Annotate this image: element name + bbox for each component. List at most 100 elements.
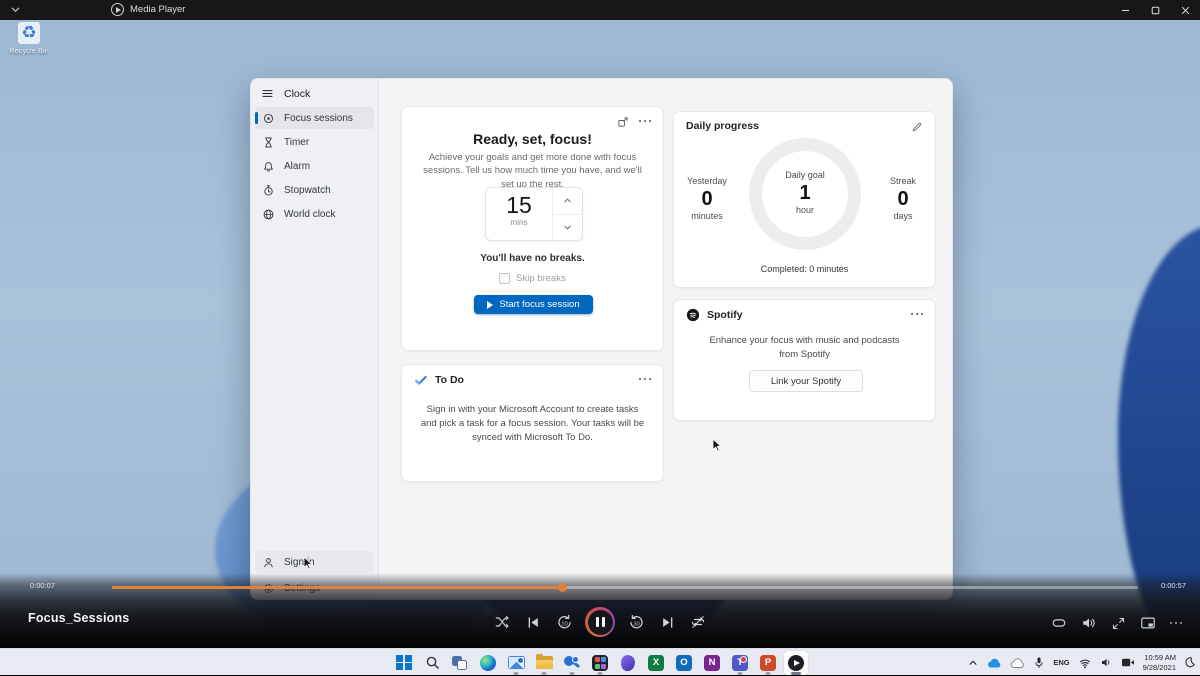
link-spotify-button[interactable]: Link your Spotify — [749, 370, 863, 392]
taskbar-app-photos[interactable] — [588, 651, 612, 675]
video-frame[interactable]: ♻ Recycle Bin Clock Focus sessions Ti — [0, 20, 1200, 648]
spotify-logo-icon — [686, 308, 700, 322]
cursor-arrow — [303, 556, 314, 571]
minutes-value[interactable]: 15 — [486, 193, 552, 217]
alarm-icon — [262, 160, 275, 173]
minutes-unit: mins — [486, 218, 552, 227]
sidebar-item-focus-sessions[interactable]: Focus sessions — [255, 107, 374, 129]
increase-minutes-button[interactable] — [553, 188, 582, 215]
spotify-card-body: Enhance your focus with music and podcas… — [704, 334, 905, 362]
mini-player-icon[interactable] — [1140, 615, 1156, 631]
wifi-icon[interactable] — [1078, 657, 1092, 669]
previous-track-icon[interactable] — [523, 607, 543, 637]
maximize-button[interactable] — [1140, 0, 1170, 20]
app-title: Clock — [284, 88, 310, 100]
sidebar-item-world-clock[interactable]: World clock — [255, 203, 374, 225]
menu-icon[interactable] — [261, 87, 274, 100]
taskbar-app-mail[interactable] — [504, 651, 528, 675]
seek-fill — [112, 586, 563, 589]
taskbar-app-file-explorer[interactable] — [532, 651, 556, 675]
duration-time: 0:00:57 — [1161, 581, 1186, 590]
popout-icon[interactable] — [617, 116, 629, 128]
recycle-bin-icon: ♻ — [18, 22, 40, 44]
focus-sessions-icon — [262, 112, 275, 125]
next-track-icon[interactable] — [657, 607, 677, 637]
yesterday-label: Yesterday — [672, 176, 742, 186]
tray-clock[interactable]: 10:59 AM 9/28/2021 — [1143, 653, 1176, 672]
seek-bar[interactable] — [112, 586, 1138, 589]
sidebar-item-alarm[interactable]: Alarm — [255, 155, 374, 177]
sign-in-button[interactable]: Sign in — [255, 551, 374, 573]
taskbar-app-teams[interactable]: T — [728, 651, 752, 675]
focus-session-card: Ready, set, focus! Achieve your goals an… — [401, 106, 664, 351]
taskbar-app-purple[interactable] — [616, 651, 640, 675]
spotify-card-title: Spotify — [707, 309, 743, 321]
more-options-icon[interactable] — [1170, 622, 1182, 624]
rewind-10-icon[interactable]: 10 — [554, 607, 574, 637]
taskbar-app-edge[interactable] — [476, 651, 500, 675]
more-options-icon[interactable] — [639, 120, 651, 122]
fullscreen-icon[interactable] — [1111, 616, 1126, 631]
todo-card: To Do Sign in with your Microsoft Accoun… — [401, 364, 664, 482]
breaks-note: You'll have no breaks. — [402, 253, 663, 264]
search-button[interactable] — [420, 651, 444, 675]
task-view-icon — [452, 655, 468, 671]
playback-speed-icon[interactable] — [1051, 615, 1067, 631]
excel-icon: X — [648, 655, 664, 671]
taskbar-app-onenote[interactable]: N — [700, 651, 724, 675]
yesterday-unit: minutes — [672, 211, 742, 221]
mail-icon — [508, 656, 525, 669]
decrease-minutes-button[interactable] — [553, 215, 582, 241]
task-view-button[interactable] — [448, 651, 472, 675]
volume-icon[interactable] — [1081, 615, 1097, 631]
close-button[interactable] — [1170, 0, 1200, 20]
focus-assist-moon-icon[interactable] — [1184, 656, 1196, 669]
search-icon — [425, 655, 440, 670]
cloud-icon[interactable] — [1010, 657, 1025, 669]
clock-app-window: Clock Focus sessions Timer Alarm Stopwa — [250, 78, 953, 600]
volume-tray-icon[interactable] — [1100, 656, 1113, 669]
taskbar-app-chat[interactable] — [560, 651, 584, 675]
daily-progress-card: Daily progress Yesterday 0 minutes Daily… — [673, 111, 936, 288]
taskbar-app-media-player[interactable] — [784, 651, 808, 675]
recycle-bin-label: Recycle Bin — [6, 46, 52, 55]
minimize-button[interactable] — [1110, 0, 1140, 20]
edit-pencil-icon[interactable] — [911, 121, 923, 133]
daily-progress-title: Daily progress — [686, 120, 759, 132]
camera-icon[interactable] — [1121, 657, 1135, 668]
start-focus-session-button[interactable]: Start focus session — [474, 295, 593, 314]
microphone-icon[interactable] — [1033, 656, 1045, 669]
purple-app-icon — [620, 654, 636, 672]
sidebar-item-stopwatch[interactable]: Stopwatch — [255, 179, 374, 201]
sidebar-item-timer[interactable]: Timer — [255, 131, 374, 153]
media-player-title: Media Player — [130, 0, 185, 20]
taskbar: X O N T P ENG 10:59 AM 9/28/2021 — [0, 648, 1200, 675]
collapse-chevron-icon[interactable] — [10, 4, 21, 15]
more-options-icon[interactable] — [639, 378, 651, 380]
language-indicator[interactable]: ENG — [1053, 658, 1069, 667]
repeat-off-icon[interactable] — [688, 607, 708, 637]
taskbar-app-powerpoint[interactable]: P — [756, 651, 780, 675]
start-button[interactable] — [392, 651, 416, 675]
pause-button[interactable] — [585, 607, 615, 637]
daily-goal-unit: hour — [770, 205, 840, 215]
more-options-icon[interactable] — [911, 313, 923, 315]
forward-30-icon[interactable]: 30 — [626, 607, 646, 637]
clock-main-area: Ready, set, focus! Achieve your goals an… — [379, 79, 952, 599]
focus-card-subtitle: Achieve your goals and get more done wit… — [422, 151, 643, 191]
player-right-controls — [1051, 615, 1182, 631]
player-controls-overlay: 0:00:07 0:00:57 Focus_Sessions 10 30 — [0, 573, 1200, 648]
onedrive-cloud-icon[interactable] — [987, 657, 1002, 669]
tray-chevron-up-icon[interactable] — [967, 657, 979, 669]
svg-text:10: 10 — [561, 621, 568, 627]
world-clock-icon — [262, 208, 275, 221]
focus-card-title: Ready, set, focus! — [402, 131, 663, 147]
recycle-bin-shortcut[interactable]: ♻ Recycle Bin — [6, 22, 52, 55]
completed-text: Completed: 0 minutes — [674, 264, 935, 274]
skip-breaks-checkbox[interactable] — [499, 273, 510, 284]
taskbar-app-outlook[interactable]: O — [672, 651, 696, 675]
shuffle-icon[interactable] — [492, 607, 512, 637]
taskbar-app-excel[interactable]: X — [644, 651, 668, 675]
onenote-icon: N — [704, 655, 720, 671]
outlook-icon: O — [676, 655, 692, 671]
